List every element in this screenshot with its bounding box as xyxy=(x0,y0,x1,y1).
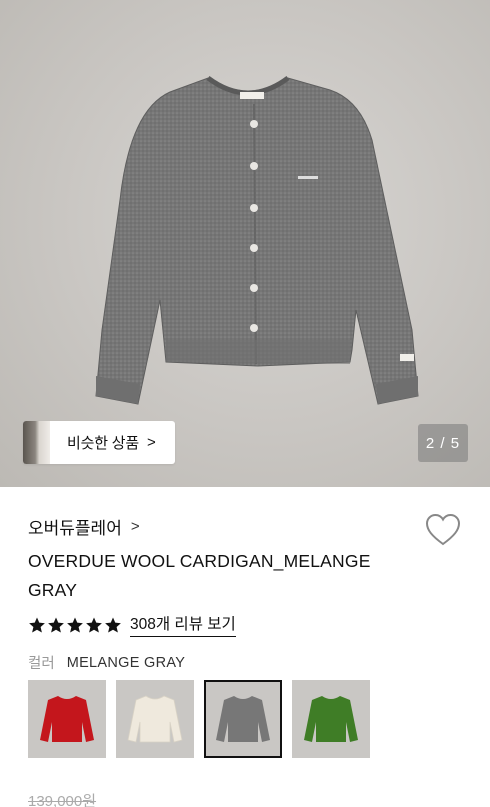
star-icon xyxy=(86,617,102,632)
rating-row: 308개 리뷰 보기 xyxy=(28,612,236,637)
similar-products-button[interactable]: 비슷한 상품 > xyxy=(23,421,175,464)
brand-name: 오버듀플레어 xyxy=(28,519,122,538)
color-swatch-melange-gray[interactable] xyxy=(204,680,282,758)
product-title: OVERDUE WOOL CARDIGAN_MELANGE GRAY xyxy=(28,551,371,600)
star-icon xyxy=(105,617,121,632)
chevron-right-icon: > xyxy=(130,518,140,535)
brand-link[interactable]: 오버듀플레어 > xyxy=(28,514,140,539)
selected-color-value: MELANGE GRAY xyxy=(66,654,186,671)
product-photo xyxy=(95,75,419,405)
chevron-right-icon: > xyxy=(146,434,156,451)
color-swatches xyxy=(28,680,370,758)
rating-stars xyxy=(28,616,122,634)
similar-products-label: 비슷한 상품 xyxy=(67,435,139,452)
color-swatch-red[interactable] xyxy=(28,680,106,758)
original-price: 139,000원 xyxy=(28,793,97,807)
color-swatch-green[interactable] xyxy=(292,680,370,758)
heart-outline-icon[interactable] xyxy=(424,512,462,548)
color-row: 컬러 MELANGE GRAY xyxy=(28,652,185,673)
star-icon xyxy=(67,617,83,632)
star-icon xyxy=(29,617,45,632)
product-image-carousel[interactable]: 비슷한 상품 > 2 / 5 xyxy=(0,0,490,487)
similar-products-thumbnail xyxy=(23,421,50,464)
color-swatch-cream[interactable] xyxy=(116,680,194,758)
color-label: 컬러 xyxy=(28,656,55,672)
star-icon xyxy=(48,617,64,632)
review-link[interactable]: 308개 리뷰 보기 xyxy=(130,612,236,637)
image-pager-indicator: 2 / 5 xyxy=(418,424,468,462)
